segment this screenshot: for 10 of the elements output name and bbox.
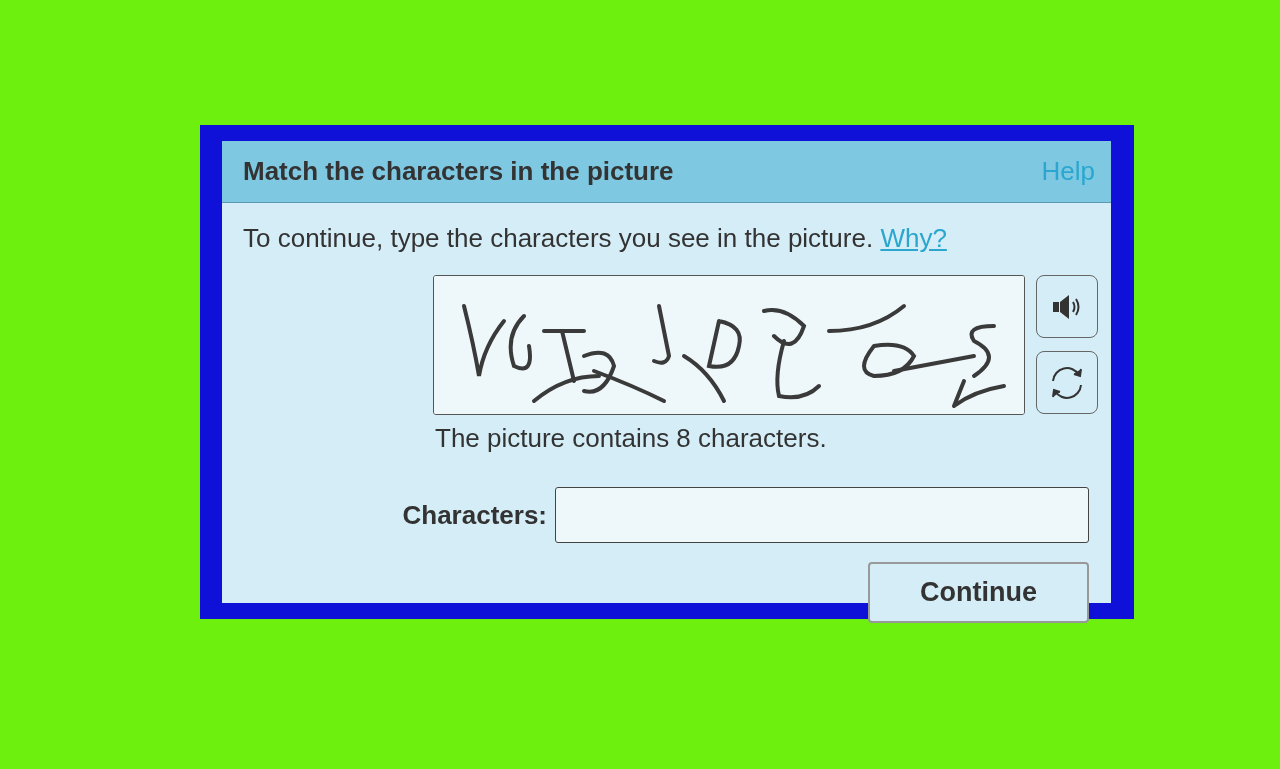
continue-button[interactable]: Continue (868, 562, 1089, 623)
dialog-title: Match the characters in the picture (243, 156, 674, 187)
audio-button[interactable] (1036, 275, 1098, 338)
instruction-text: To continue, type the characters you see in the picture. Why? (243, 223, 948, 253)
field-label: Characters: (402, 499, 547, 531)
why-link[interactable]: Why? (880, 223, 947, 253)
characters-field[interactable] (555, 487, 1089, 543)
refresh-button[interactable] (1036, 351, 1098, 414)
captcha-caption: The picture contains 8 characters. (435, 423, 828, 453)
help-link[interactable]: Help (1041, 156, 1095, 187)
